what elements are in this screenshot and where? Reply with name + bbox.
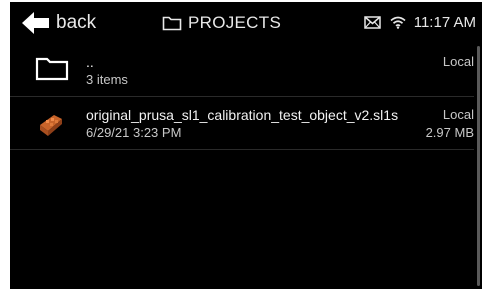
- status-bar: 11:17 AM: [363, 14, 476, 31]
- list-item-file[interactable]: original_prusa_sl1_calibration_test_obje…: [10, 97, 474, 150]
- page-title: PROJECTS: [162, 13, 281, 33]
- file-name: original_prusa_sl1_calibration_test_obje…: [86, 107, 399, 123]
- page-title-text: PROJECTS: [188, 13, 282, 32]
- printer-screen: back PROJECTS 11:17 AM .. 3 items Local …: [10, 2, 482, 289]
- arrow-left-icon: [22, 12, 50, 34]
- back-button[interactable]: back: [22, 10, 96, 36]
- file-location: Local: [442, 107, 474, 122]
- scrollbar[interactable]: [477, 46, 480, 286]
- file-list: .. 3 items Local original_prusa_sl1_cali…: [10, 44, 474, 150]
- file-details: 3 items: [86, 72, 128, 87]
- clock-time: 11:17 AM: [413, 14, 476, 31]
- folder-icon: [162, 15, 182, 31]
- file-size: 2.97 MB: [425, 125, 474, 140]
- top-bar: back PROJECTS 11:17 AM: [10, 2, 482, 42]
- list-item-parent-folder[interactable]: .. 3 items Local: [10, 44, 474, 97]
- file-name: ..: [86, 54, 94, 70]
- folder-icon: [34, 54, 76, 86]
- mail-icon: [363, 16, 381, 29]
- back-label: back: [56, 12, 97, 33]
- wifi-icon: [390, 16, 406, 29]
- print-thumbnail-icon: [34, 107, 76, 139]
- file-location: Local: [442, 54, 474, 69]
- file-date: 6/29/21 3:23 PM: [86, 125, 182, 140]
